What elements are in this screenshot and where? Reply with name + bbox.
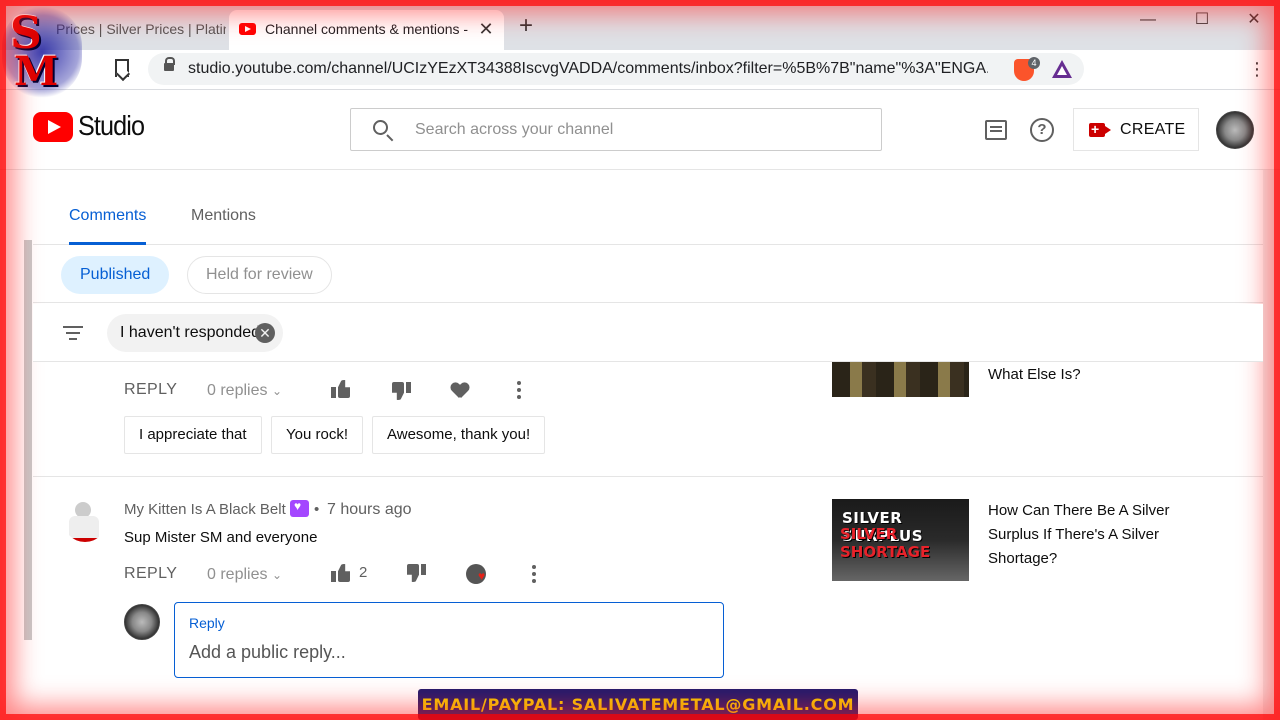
maximize-button[interactable]: ☐ [1190, 8, 1214, 32]
reply-button[interactable]: REPLY [124, 381, 177, 399]
my-avatar [124, 604, 160, 640]
channel-search-box[interactable] [350, 108, 882, 151]
comment-author[interactable]: My Kitten Is A Black Belt [124, 501, 286, 518]
search-icon[interactable] [373, 120, 388, 135]
brave-rewards-icon[interactable] [1052, 60, 1072, 78]
comment-list: REPLY 0 replies ⌄ I appreciate that You … [33, 362, 1263, 720]
video-thumbnail[interactable]: SILVER SURPLUS SILVER SHORTAGE [832, 499, 969, 581]
help-icon[interactable]: ? [1030, 118, 1054, 142]
window-close-button[interactable]: ✕ [1242, 8, 1266, 32]
email-banner: EMAIL/PAYPAL: SALIVATEMETAL@GMAIL.COM [418, 689, 858, 720]
reply-field-label: Reply [189, 615, 225, 631]
pill-held-for-review[interactable]: Held for review [187, 256, 332, 294]
commenter-avatar[interactable] [63, 498, 107, 542]
reply-box[interactable]: Reply [174, 602, 724, 678]
video-camera-plus-icon [1089, 121, 1111, 137]
replies-dropdown[interactable]: 0 replies ⌄ [207, 382, 282, 400]
status-pills: Published Held for review [33, 246, 1263, 303]
create-label: CREATE [1120, 121, 1186, 138]
filter-bar: I haven't responded ✕ [33, 304, 1263, 362]
left-scrollbar[interactable] [24, 240, 32, 640]
studio-logo-text[interactable]: Studio [78, 110, 145, 142]
tab-comments[interactable]: Comments [69, 171, 147, 245]
separator-dot: • [314, 501, 320, 518]
like-count: 2 [359, 564, 368, 581]
video-thumbnail[interactable] [832, 362, 969, 397]
minimize-button[interactable]: — [1136, 8, 1160, 32]
browser-menu-icon[interactable]: ⋮ [1248, 60, 1266, 78]
replies-count: 0 replies [207, 382, 268, 399]
browser-tab-channel-comments[interactable]: Channel comments & mentions - ✕ [229, 10, 504, 50]
lock-icon[interactable] [164, 57, 175, 71]
video-title[interactable]: What Else Is? [988, 363, 1188, 387]
pill-published[interactable]: Published [61, 256, 170, 294]
replies-count: 0 replies [207, 566, 268, 583]
bookmark-icon[interactable] [115, 59, 129, 77]
thumbs-down-icon[interactable] [391, 381, 411, 401]
tab-mentions[interactable]: Mentions [191, 171, 256, 245]
new-tab-button[interactable]: + [514, 14, 538, 38]
feedback-icon[interactable] [985, 120, 1007, 140]
more-options-icon[interactable] [532, 565, 536, 583]
quick-reply-appreciate[interactable]: I appreciate that [124, 416, 262, 454]
member-badge-icon [290, 499, 309, 517]
comments-tabs: Comments Mentions [33, 171, 1263, 245]
video-title[interactable]: How Can There Be A Silver Surplus If The… [988, 499, 1188, 571]
sm-channel-logo: S M [2, 6, 82, 98]
search-input[interactable] [415, 109, 855, 150]
tab-close-icon[interactable]: ✕ [476, 19, 496, 39]
filter-chip-label: I haven't responded [120, 324, 261, 341]
browser-tab-bar: Prices | Silver Prices | Platin Channel … [0, 0, 1280, 50]
thumbs-down-icon[interactable] [406, 563, 426, 583]
chevron-down-icon: ⌄ [271, 384, 282, 398]
reply-button[interactable]: REPLY [124, 565, 177, 583]
logo-letter-m: M [14, 48, 59, 95]
more-options-icon[interactable] [517, 381, 521, 399]
address-bar[interactable]: studio.youtube.com/channel/UCIzYEzXT3438… [148, 53, 1084, 85]
comment-time[interactable]: 7 hours ago [327, 501, 412, 519]
url-text[interactable]: studio.youtube.com/channel/UCIzYEzXT3438… [188, 53, 988, 85]
thumbs-up-icon[interactable] [331, 379, 351, 399]
page-scrollbar[interactable] [1263, 170, 1280, 720]
email-banner-text: EMAIL/PAYPAL: SALIVATEMETAL@GMAIL.COM [421, 695, 855, 714]
quick-reply-you-rock[interactable]: You rock! [271, 416, 363, 454]
quick-reply-awesome[interactable]: Awesome, thank you! [372, 416, 546, 454]
thumbnail-text-2: SILVER SHORTAGE [840, 525, 931, 561]
filter-icon[interactable] [63, 326, 83, 340]
youtube-favicon-icon [239, 23, 256, 35]
filter-chip-not-responded[interactable]: I haven't responded ✕ [107, 314, 283, 352]
creator-heart-icon[interactable] [466, 564, 486, 584]
shields-count-badge: 4 [1028, 57, 1040, 69]
reply-input[interactable] [189, 637, 709, 667]
browser-toolbar: studio.youtube.com/channel/UCIzYEzXT3438… [0, 50, 1280, 90]
heart-icon[interactable] [451, 383, 469, 399]
browser-tab-title: Channel comments & mentions - [265, 21, 469, 37]
chip-remove-icon[interactable]: ✕ [255, 323, 275, 343]
thumbs-up-icon[interactable] [331, 563, 351, 583]
chevron-down-icon: ⌄ [271, 568, 282, 582]
comment-text: Sup Mister SM and everyone [124, 529, 318, 546]
youtube-logo-icon[interactable] [33, 112, 73, 142]
replies-dropdown[interactable]: 0 replies ⌄ [207, 566, 282, 584]
account-avatar[interactable] [1216, 111, 1254, 149]
studio-header: Studio ? CREATE [0, 90, 1280, 170]
create-button[interactable]: CREATE [1073, 108, 1199, 151]
divider [33, 476, 1263, 477]
